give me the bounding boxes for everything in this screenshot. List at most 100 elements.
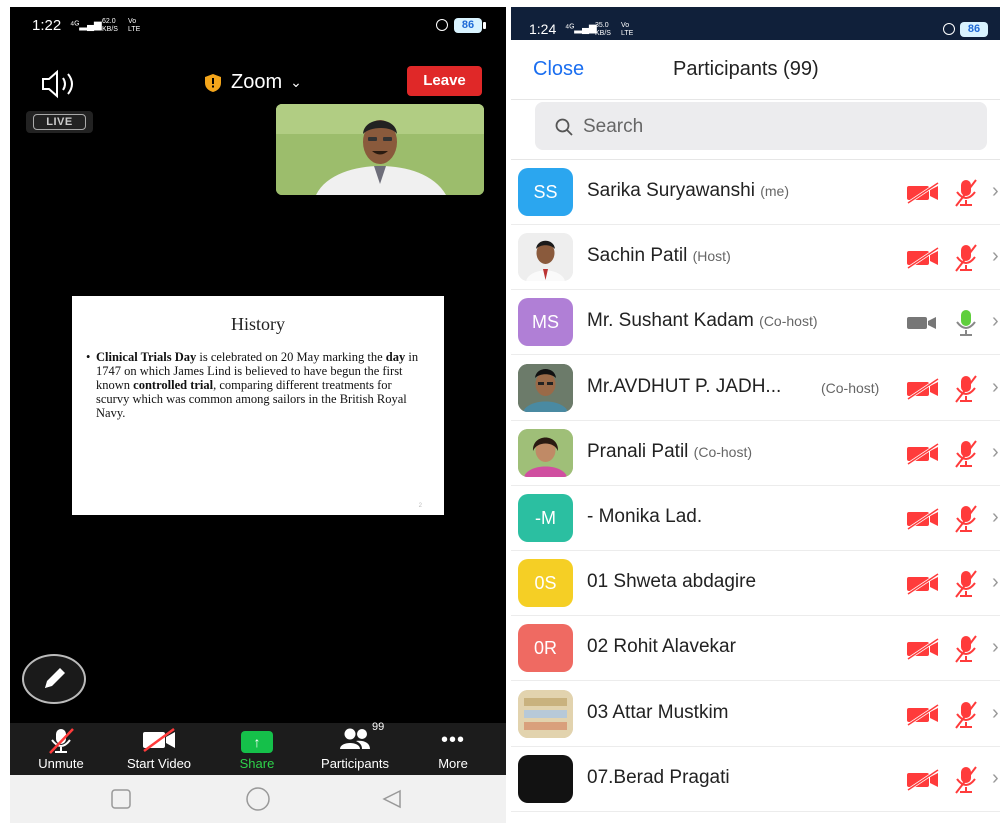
network-speed-unit: KB/S: [102, 26, 118, 33]
mic-status: [953, 374, 979, 409]
video-off-icon: [907, 572, 939, 596]
video-off-icon: [907, 507, 939, 531]
volte-label: Vo LTE: [128, 18, 140, 34]
mic-muted-icon: [955, 570, 977, 598]
video-status: [905, 768, 941, 796]
chevron-right-icon[interactable]: ›: [992, 506, 999, 529]
back-icon[interactable]: [382, 789, 401, 809]
mic-muted-icon: [955, 179, 977, 207]
network-speed: 62.0 KB/S: [102, 18, 118, 34]
mic-muted-icon: [49, 728, 74, 754]
search-icon: [555, 118, 573, 136]
participant-row[interactable]: SS Sarika Suryawanshi (me) ›: [511, 160, 1000, 225]
avatar: 0R: [518, 624, 573, 673]
mic-status: [953, 634, 979, 669]
speaker-icon[interactable]: [40, 69, 80, 99]
start-video-label: Start Video: [126, 756, 192, 771]
participant-name-text: Pranali Patil: [587, 440, 689, 462]
speaker-video-thumbnail[interactable]: [276, 104, 484, 195]
slide-text-run: Clinical Trials Day: [96, 350, 197, 364]
network-speed-value: 35.0: [595, 22, 609, 29]
participant-row[interactable]: Pranali Patil (Co-host) ›: [511, 421, 1000, 486]
chevron-right-icon[interactable]: ›: [992, 180, 999, 203]
avatar-photo: [518, 363, 573, 412]
participants-button[interactable]: 99 Participants: [310, 721, 400, 775]
system-nav-bar: [10, 775, 506, 823]
video-status: [905, 246, 941, 274]
mic-muted-icon: [955, 374, 977, 403]
rotation-lock-icon: [436, 19, 448, 31]
video-status: [905, 507, 941, 535]
participant-name-text: Sarika Suryawanshi: [587, 180, 755, 201]
pencil-icon: [45, 668, 65, 688]
video-status: [905, 377, 941, 405]
chevron-right-icon[interactable]: ›: [992, 376, 999, 399]
participant-name-text: Sachin Patil: [587, 245, 688, 267]
screenshot-root: 1:22 ⁴ᴳ▂▄▆ 62.0 KB/S Vo LTE 86 Zoom ⌄ Le…: [0, 0, 1000, 823]
participant-row[interactable]: 07.Berad Pragati ›: [511, 747, 1000, 812]
video-status: [905, 703, 941, 731]
meeting-title-dropdown[interactable]: Zoom ⌄: [205, 71, 302, 94]
meeting-toolbar: Unmute Start Video ↑ Share 99 Participan…: [10, 721, 506, 775]
participant-row[interactable]: Sachin Patil (Host) ›: [511, 225, 1000, 291]
mic-status: [953, 243, 979, 278]
battery-level: 86: [454, 18, 482, 33]
video-off-icon: [907, 703, 939, 726]
chevron-right-icon[interactable]: ›: [992, 571, 999, 594]
mic-status: [953, 308, 979, 343]
shield-icon: [205, 73, 221, 92]
mic-muted-icon: [955, 766, 977, 794]
unmute-button[interactable]: Unmute: [30, 723, 92, 775]
participants-count-badge: 99: [372, 721, 385, 733]
status-bar: 1:24 ⁴ᴳ▂▄▆ 35.0 KB/S Vo LTE 86: [511, 7, 1000, 40]
more-button[interactable]: ••• More: [430, 723, 476, 775]
chevron-right-icon[interactable]: ›: [992, 310, 999, 333]
more-label: More: [438, 756, 468, 771]
video-off-icon: [907, 442, 939, 466]
battery-icon: [483, 22, 486, 29]
video-status: [905, 572, 941, 600]
avatar: [518, 754, 573, 803]
start-video-button[interactable]: Start Video: [116, 723, 202, 775]
chevron-right-icon[interactable]: ›: [992, 702, 999, 725]
chevron-right-icon[interactable]: ›: [992, 441, 999, 464]
video-status: [905, 442, 941, 470]
participant-name-text: Mr.AVDHUT P. JADH...: [587, 375, 782, 397]
mic-muted-icon: [955, 440, 977, 468]
battery-level: 86: [960, 22, 988, 37]
leave-button[interactable]: Leave: [407, 66, 482, 96]
close-button[interactable]: Close: [533, 58, 584, 81]
recents-icon[interactable]: [111, 789, 131, 809]
video-off-icon: [907, 181, 939, 205]
participants-icon: [340, 728, 370, 749]
volte-label-bottom: LTE: [128, 26, 141, 33]
participant-role: (Host): [692, 248, 731, 265]
avatar: SS: [518, 168, 573, 216]
participant-row[interactable]: Mr.AVDHUT P. JADH... (Co-host) ›: [511, 356, 1000, 421]
chevron-right-icon[interactable]: ›: [992, 245, 999, 268]
mic-muted-icon: [955, 244, 977, 272]
slide-text-run: day: [385, 350, 406, 364]
participant-row[interactable]: -M - Monika Lad. ›: [511, 486, 1000, 551]
mic-status: [953, 439, 979, 474]
participant-name-text: 03 Attar Mustkim: [587, 701, 729, 723]
chevron-right-icon[interactable]: ›: [992, 767, 999, 790]
participant-row[interactable]: 0R 02 Rohit Alavekar ›: [511, 616, 1000, 682]
participant-row[interactable]: MS Mr. Sushant Kadam (Co-host) ›: [511, 290, 1000, 356]
avatar: [518, 689, 573, 738]
participant-name-text: 02 Rohit Alavekar: [587, 636, 736, 658]
share-button[interactable]: ↑ Share: [230, 723, 284, 775]
mic-muted-icon: [955, 700, 977, 729]
chevron-right-icon[interactable]: ›: [992, 636, 999, 659]
avatar: MS: [518, 298, 573, 347]
video-on-icon: [907, 317, 936, 330]
participant-name: 07.Berad Pragati: [587, 767, 730, 789]
participant-role: (Co-host): [821, 379, 880, 396]
video-status: [905, 312, 941, 339]
home-icon[interactable]: [246, 787, 270, 811]
participant-name-text: Mr. Sushant Kadam: [587, 310, 754, 332]
participant-name: Sarika Suryawanshi (me): [587, 180, 789, 202]
participant-row[interactable]: 0S 01 Shweta abdagire ›: [511, 551, 1000, 617]
participant-row[interactable]: 03 Attar Mustkim ›: [511, 682, 1000, 747]
annotate-button[interactable]: [22, 654, 86, 704]
